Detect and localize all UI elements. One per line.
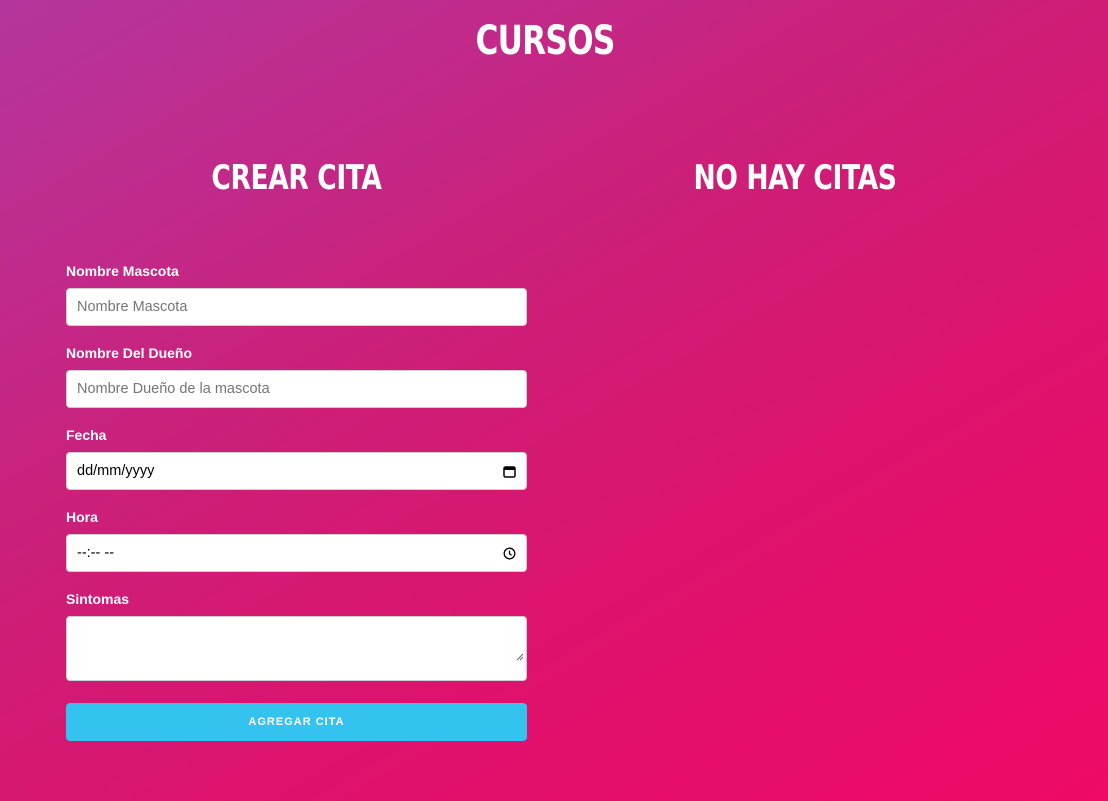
date-input[interactable]: dd/mm/yyyy bbox=[66, 452, 527, 490]
time-input-value: --:-- -- bbox=[77, 545, 115, 561]
pet-name-input[interactable] bbox=[66, 288, 527, 326]
pet-name-label: Nombre Mascota bbox=[66, 263, 179, 279]
time-label: Hora bbox=[66, 509, 98, 525]
resize-handle-icon[interactable] bbox=[516, 648, 524, 661]
page-title: CURSOS bbox=[475, 18, 615, 64]
list-panel-title: NO HAY CITAS bbox=[693, 158, 897, 198]
date-label: Fecha bbox=[66, 427, 107, 443]
clock-icon[interactable] bbox=[502, 546, 516, 560]
symptoms-label: Sintomas bbox=[66, 591, 130, 607]
time-input[interactable]: --:-- -- bbox=[66, 534, 527, 572]
date-input-value: dd/mm/yyyy bbox=[77, 463, 155, 479]
form-panel-title: CREAR CITA bbox=[211, 158, 382, 198]
owner-name-label: Nombre Del Dueño bbox=[66, 345, 193, 361]
appointment-form: Nombre Mascota Nombre Del Dueño Fecha dd… bbox=[66, 262, 527, 741]
symptoms-wrapper bbox=[66, 616, 527, 681]
symptoms-textarea[interactable] bbox=[66, 616, 527, 681]
owner-name-input[interactable] bbox=[66, 370, 527, 408]
add-appointment-button[interactable]: AGREGAR CITA bbox=[66, 703, 527, 741]
calendar-icon[interactable] bbox=[502, 464, 516, 478]
